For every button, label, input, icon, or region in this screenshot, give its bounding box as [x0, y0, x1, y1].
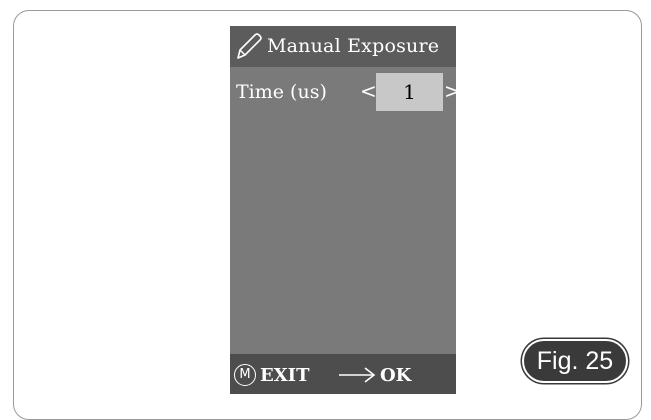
ok-button[interactable]: OK	[338, 361, 411, 389]
menu-m-icon: M	[234, 364, 256, 386]
decrease-arrow-icon[interactable]: <	[360, 79, 377, 103]
manual-exposure-screen: Manual Exposure Time (us) < 1 > M EXIT O…	[230, 26, 456, 394]
title-bar: Manual Exposure	[230, 26, 456, 67]
ok-label: OK	[380, 364, 412, 386]
time-value-field[interactable]: 1	[376, 73, 443, 111]
time-label: Time (us)	[236, 81, 327, 103]
time-setting-row: Time (us) < 1 >	[230, 72, 456, 112]
bottom-bar: M EXIT OK	[230, 354, 456, 394]
screen-title: Manual Exposure	[267, 35, 440, 57]
arrow-right-icon	[339, 367, 376, 383]
pencil-icon	[237, 33, 262, 59]
exit-button[interactable]: M EXIT	[234, 361, 310, 389]
exit-label: EXIT	[260, 364, 310, 386]
figure-label-badge: Fig. 25	[522, 339, 628, 383]
increase-arrow-icon[interactable]: >	[444, 79, 456, 103]
